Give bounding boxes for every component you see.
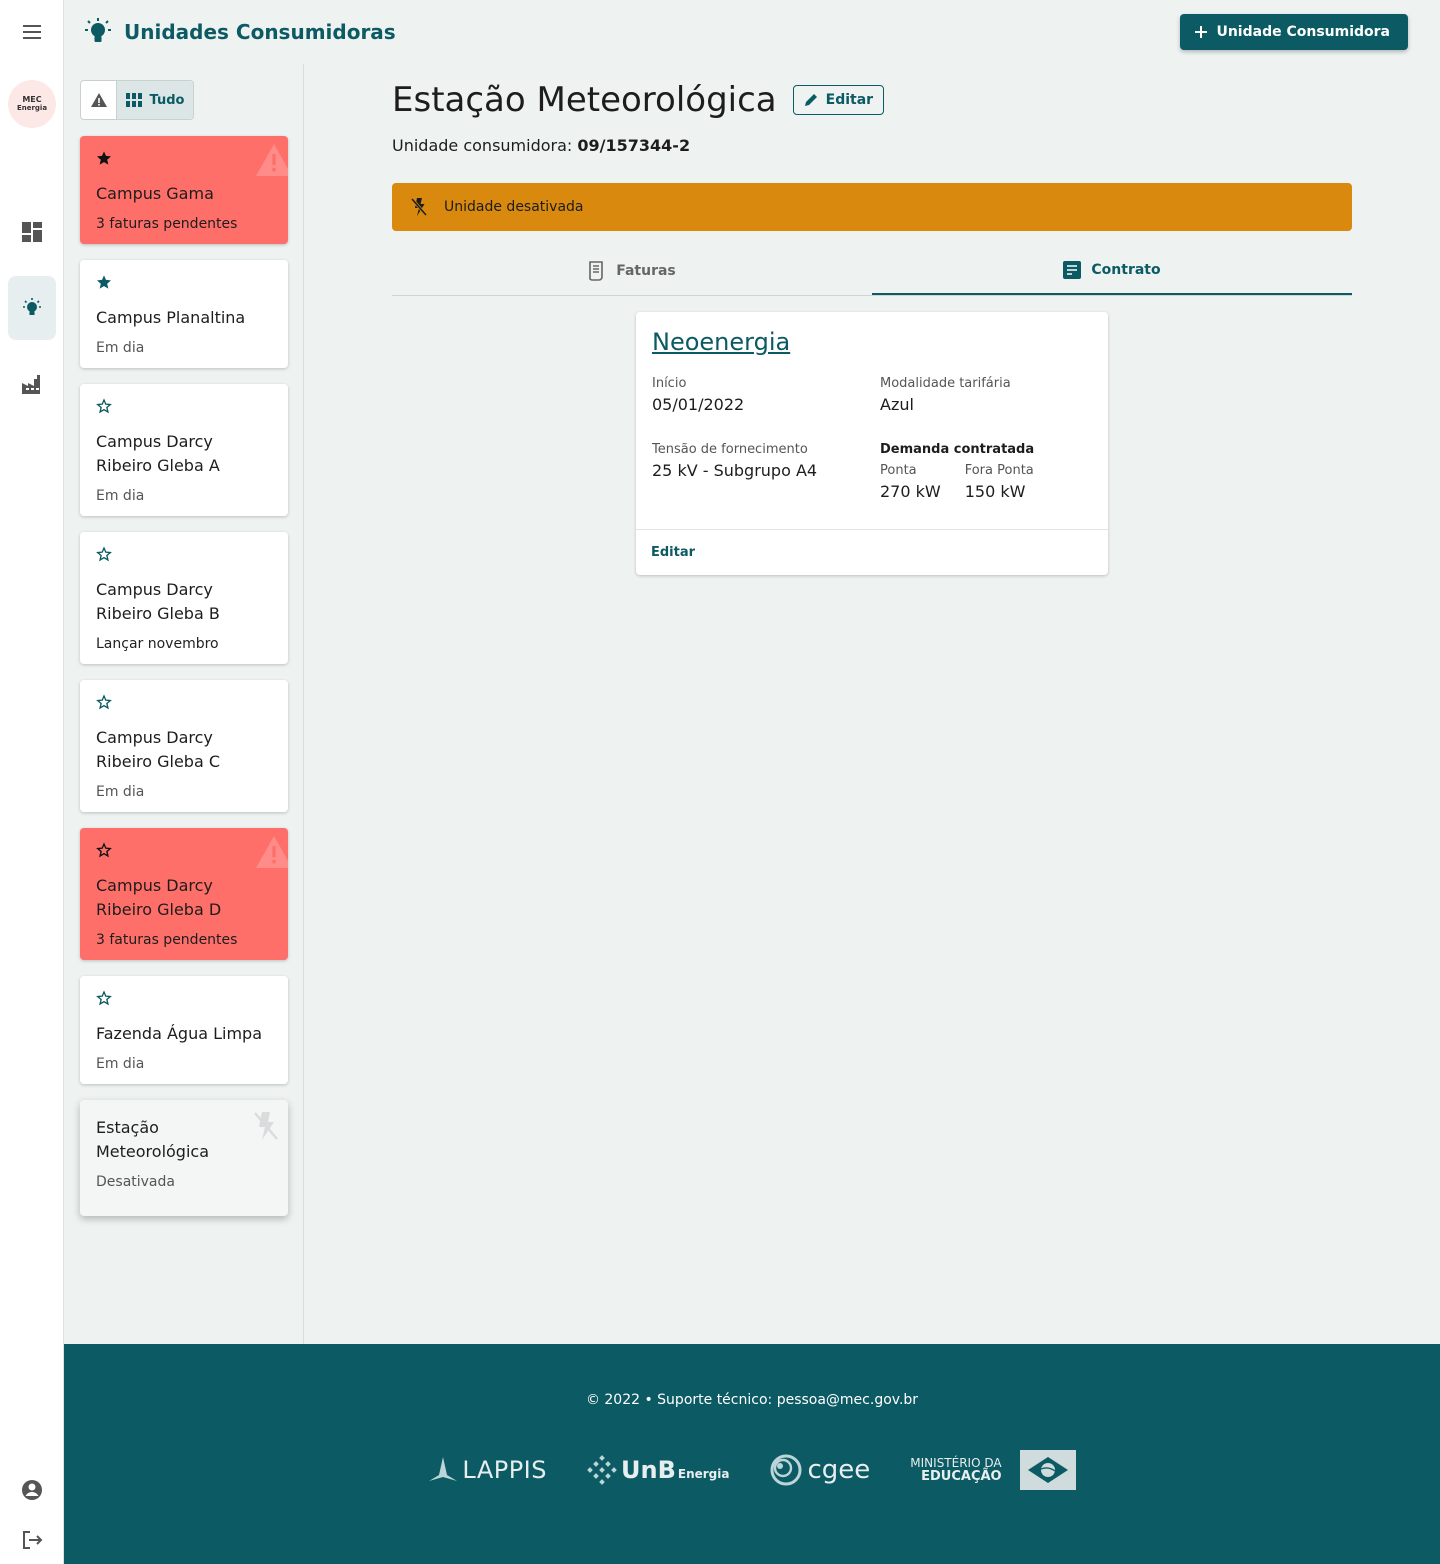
menu-icon[interactable] <box>20 20 44 44</box>
footer: © 2022 • Suporte técnico: pessoa@mec.gov… <box>64 1344 1440 1564</box>
warning-icon <box>256 836 288 868</box>
lappis-logo: LAPPIS <box>428 1456 547 1484</box>
grid-icon <box>125 93 142 107</box>
unit-title: Estação Meteorológica <box>392 80 777 120</box>
partner-logos: LAPPIS UnB Energia cgee MINISTÉRIO DA EDU… <box>64 1450 1440 1490</box>
power-off-icon <box>254 1112 278 1140</box>
plus-icon <box>1195 26 1208 38</box>
tariff-field: Modalidade tarifária Azul <box>880 376 1011 414</box>
unit-card-status: 3 faturas pendentes <box>96 932 238 948</box>
voltage-field: Tensão de fornecimento 25 kV - Subgrupo … <box>652 442 818 480</box>
unit-card-title: Campus Gama <box>96 184 214 203</box>
star-outline-icon[interactable] <box>96 990 112 1006</box>
unit-card-selected[interactable]: Estação Meteorológica Desativada <box>80 1100 288 1216</box>
main-content: Estação Meteorológica Editar Unidade con… <box>392 80 1352 575</box>
cgee-logo: cgee <box>769 1453 870 1487</box>
warning-icon <box>256 144 288 176</box>
receipt-icon <box>589 261 604 281</box>
demand-field: Demanda contratada Ponta 270 kW Fora Pon… <box>880 442 1035 501</box>
top-bar: Unidades Consumidoras Unidade Consumidor… <box>64 0 1440 64</box>
unit-card-title: Campus Darcy Ribeiro Gleba B <box>96 580 220 623</box>
unit-card-status: Em dia <box>96 340 145 356</box>
unit-card[interactable]: Fazenda Água Limpa Em dia <box>80 976 288 1084</box>
logout-icon <box>23 1531 43 1549</box>
lightbulb-icon <box>85 18 111 42</box>
unit-card-status: Desativada <box>96 1174 175 1190</box>
filter-all-button[interactable]: Tudo <box>117 81 193 119</box>
unit-card-title: Campus Darcy Ribeiro Gleba D <box>96 876 222 919</box>
unit-card-status: Em dia <box>96 1056 145 1072</box>
unit-card[interactable]: Campus Darcy Ribeiro Gleba D 3 faturas p… <box>80 828 288 960</box>
offpeak-demand: Fora Ponta 150 kW <box>964 463 1034 501</box>
lightbulb-icon <box>23 298 41 315</box>
side-rail: MEC Energia <box>0 0 64 1564</box>
contract-card: Neoenergia Início 05/01/2022 Modalidade … <box>636 312 1108 575</box>
unit-card[interactable]: Campus Darcy Ribeiro Gleba A Em dia <box>80 384 288 516</box>
nav-dashboard[interactable] <box>8 200 56 264</box>
app-logo[interactable]: MEC Energia <box>8 80 56 128</box>
page-header: Unidades Consumidoras <box>82 16 396 48</box>
unit-card-status: Em dia <box>96 784 145 800</box>
units-sidebar: Tudo Campus Gama 3 faturas pendentes Cam… <box>64 64 304 1344</box>
start-field: Início 05/01/2022 <box>652 376 745 414</box>
star-filled-icon[interactable] <box>96 150 112 166</box>
filter-pending-button[interactable] <box>81 81 117 119</box>
factory-icon <box>22 375 40 394</box>
star-filled-icon[interactable] <box>96 274 112 290</box>
units-filter: Tudo <box>80 80 194 120</box>
page-section-title: Unidades Consumidoras <box>124 20 396 44</box>
unit-card-title: Campus Planaltina <box>96 308 246 327</box>
unit-card[interactable]: Campus Gama 3 faturas pendentes <box>80 136 288 244</box>
unit-header: Estação Meteorológica Editar <box>392 80 1352 120</box>
unit-card-status: 3 faturas pendentes <box>96 216 238 232</box>
peak-demand: Ponta 270 kW <box>880 463 941 501</box>
unit-number: Unidade consumidora: 09/157344-2 <box>392 136 691 155</box>
contract-icon <box>1063 261 1082 279</box>
unit-card[interactable]: Campus Darcy Ribeiro Gleba C Em dia <box>80 680 288 812</box>
disabled-banner: Unidade desativada <box>392 183 1352 231</box>
warning-icon <box>90 93 107 107</box>
star-outline-icon[interactable] <box>96 398 112 414</box>
mec-logo: MINISTÉRIO DA EDUCAÇÃO <box>910 1450 1076 1490</box>
nav-units[interactable] <box>8 276 56 340</box>
dashboard-icon <box>22 222 42 242</box>
unit-card-title: Estação Meteorológica <box>96 1118 210 1161</box>
brazil-flag-icon <box>1019 1450 1076 1490</box>
unit-card[interactable]: Campus Planaltina Em dia <box>80 260 288 368</box>
unit-tabs: Faturas Contrato <box>392 247 1352 296</box>
unb-logo: UnB Energia <box>587 1455 729 1485</box>
unit-card-title: Campus Darcy Ribeiro Gleba C <box>96 728 221 771</box>
tab-invoices[interactable]: Faturas <box>392 247 872 295</box>
nav-logout[interactable] <box>8 1508 56 1564</box>
tab-contract[interactable]: Contrato <box>872 247 1352 295</box>
edit-contract-button[interactable]: Editar <box>636 529 1108 575</box>
star-outline-icon[interactable] <box>96 546 112 562</box>
edit-unit-button[interactable]: Editar <box>792 85 885 115</box>
unit-card-status: Lançar novembro <box>96 636 219 652</box>
nav-distributors[interactable] <box>8 352 56 416</box>
star-outline-icon[interactable] <box>96 842 112 858</box>
footer-copyright: © 2022 • Suporte técnico: pessoa@mec.gov… <box>585 1392 919 1408</box>
distributor-link[interactable]: Neoenergia <box>652 328 1092 356</box>
star-outline-icon[interactable] <box>96 694 112 710</box>
pencil-icon <box>804 94 817 106</box>
unit-card-title: Fazenda Água Limpa <box>96 1024 263 1043</box>
power-off-icon <box>410 198 428 216</box>
add-unit-button[interactable]: Unidade Consumidora <box>1180 14 1408 50</box>
unit-card[interactable]: Campus Darcy Ribeiro Gleba B Lançar nove… <box>80 532 288 664</box>
account-icon <box>22 1480 42 1500</box>
unit-card-status: Em dia <box>96 488 145 504</box>
unit-card-title: Campus Darcy Ribeiro Gleba A <box>96 432 220 475</box>
